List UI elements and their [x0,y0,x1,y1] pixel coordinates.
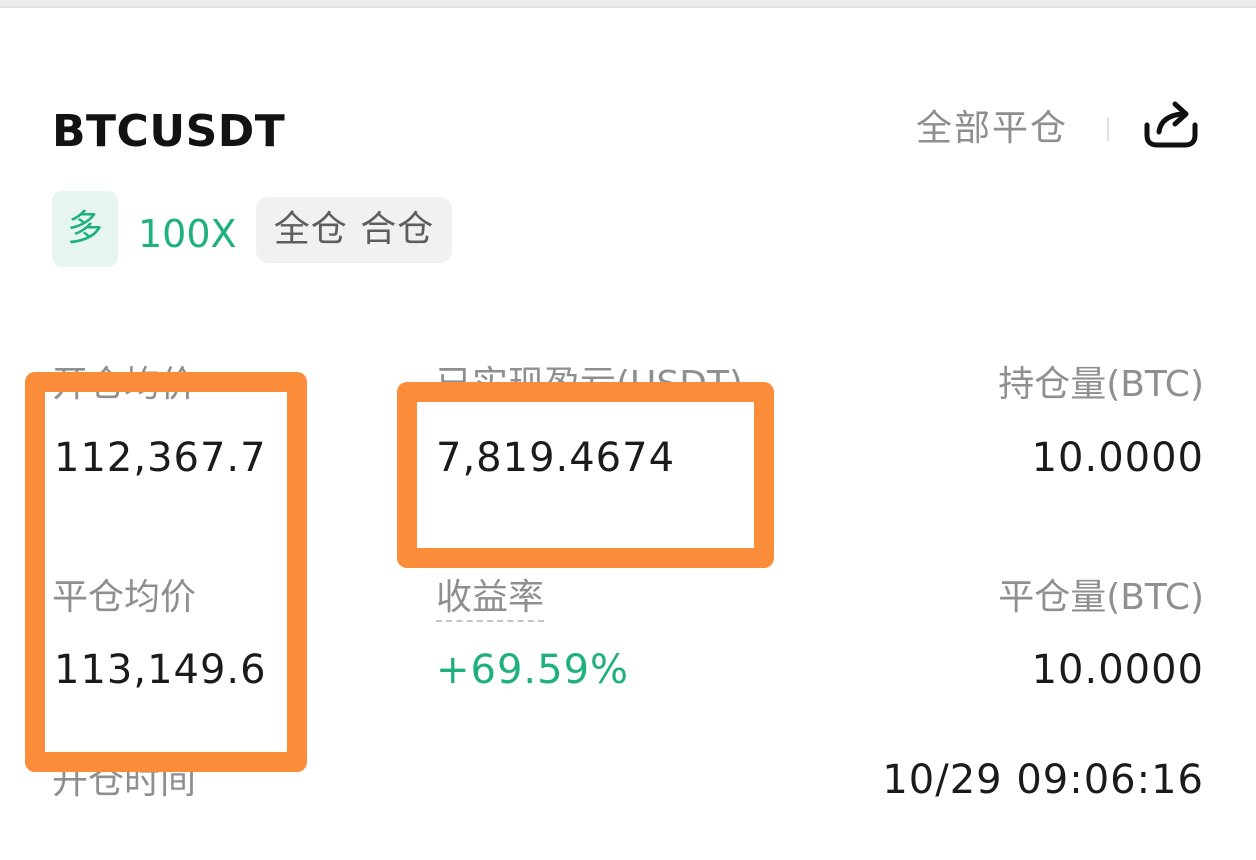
leverage-badge: 100X [138,212,237,256]
top-divider [0,0,1256,8]
position-detail-card: BTCUSDT 全部平仓 多 100X 全仓 合仓 开仓均价 112,367.7… [0,0,1256,860]
roi-label[interactable]: 收益率 [436,577,545,622]
open-time-value: 10/29 09:06:16 [882,757,1204,803]
symbol-title: BTCUSDT [52,106,286,157]
position-size-value: 10.0000 [1031,435,1204,481]
divider [1107,117,1109,141]
position-size-label: 持仓量(BTC) [998,364,1204,405]
side-badge: 多 [52,191,118,267]
highlight-box-pnl [397,382,774,568]
closed-size-label: 平仓量(BTC) [998,577,1204,618]
close-all-button[interactable]: 全部平仓 [916,104,1068,154]
roi-value: +69.59% [436,647,630,693]
highlight-box-price [25,372,307,772]
closed-size-value: 10.0000 [1031,647,1204,693]
share-icon[interactable] [1142,98,1200,150]
margin-mode-badge: 全仓 合仓 [256,197,452,263]
